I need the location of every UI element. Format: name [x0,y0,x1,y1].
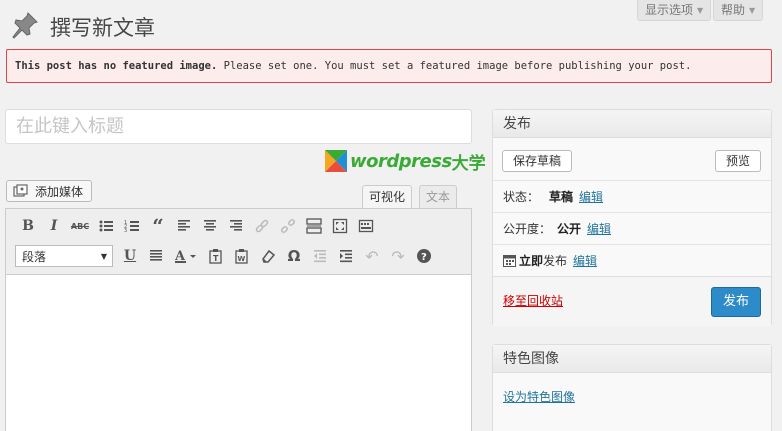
publish-box: 发布 保存草稿 预览 状态： 草稿 编辑 公开度： 公开 编辑 立即发布 编辑 … [492,109,772,326]
tab-text[interactable]: 文本 [419,185,458,209]
save-draft-button[interactable]: 保存草稿 [502,150,573,172]
status-value: 草稿 [549,190,574,204]
featured-image-box: 特色图像 设为特色图像 [492,344,772,431]
svg-text:3: 3 [124,228,127,234]
svg-text:?: ? [421,252,427,263]
italic-icon[interactable]: I [41,213,67,239]
featured-image-box-title: 特色图像 [493,345,771,373]
paste-text-icon[interactable]: T [203,243,229,269]
visibility-row: 公开度： 公开 编辑 [503,220,611,237]
move-to-trash-link[interactable]: 移至回收站 [503,292,563,309]
post-editor: B I ABC 123 “ 段落 ▼ U A T W Ω ↶ ↷ ? [5,208,472,431]
featured-image-error-notice: This post has no featured image. Please … [6,49,772,83]
fullscreen-icon[interactable] [327,213,353,239]
status-label: 状态： [503,190,540,204]
toolbar-row-2: 段落 ▼ U A T W Ω ↶ ↷ ? [15,241,437,271]
unlink-icon[interactable] [275,213,301,239]
toolbar-row-1: B I ABC 123 “ [15,211,379,241]
preview-button[interactable]: 预览 [715,150,762,172]
help-icon[interactable]: ? [411,243,437,269]
redo-icon[interactable]: ↷ [385,243,411,269]
triangle-down-icon: ▼ [749,5,756,15]
logo-x-icon [325,150,347,172]
schedule-row: 立即发布 编辑 [503,252,597,269]
caret-down-icon: ▼ [100,251,107,261]
edit-status-link[interactable]: 编辑 [579,188,603,205]
logo-text: wordpress [350,150,452,172]
publish-button[interactable]: 发布 [711,287,761,317]
align-center-icon[interactable] [197,213,223,239]
screen-options-label: 显示选项 [645,3,694,17]
format-select[interactable]: 段落 ▼ [15,245,113,267]
edit-visibility-link[interactable]: 编辑 [587,220,611,237]
blockquote-icon[interactable]: “ [145,213,171,239]
set-featured-image-link[interactable]: 设为特色图像 [503,388,575,405]
svg-text:T: T [213,254,219,263]
align-right-icon[interactable] [223,213,249,239]
link-icon[interactable] [249,213,275,239]
publish-box-title: 发布 [493,110,771,138]
calendar-icon [503,255,516,267]
page-title: 撰写新文章 [50,16,155,40]
paste-word-icon[interactable]: W [229,243,255,269]
visibility-label: 公开度： [503,222,552,236]
bullet-list-icon[interactable] [93,213,119,239]
bold-icon[interactable]: B [15,213,41,239]
numbered-list-icon[interactable]: 123 [119,213,145,239]
outdent-icon[interactable] [307,243,333,269]
publish-actions: 移至回收站 发布 [493,276,771,326]
add-media-button[interactable]: 添加媒体 [6,180,93,202]
help-label: 帮助 [721,3,746,17]
notice-bold-text: This post has no featured image. [15,60,218,72]
notice-text: Please set one. You must set a featured … [217,60,692,72]
divider [493,244,771,245]
format-select-value: 段落 [22,249,47,264]
wordpress-daxue-logo: wordpress 大学 [325,149,486,174]
undo-icon[interactable]: ↶ [359,243,385,269]
clear-format-icon[interactable] [255,243,281,269]
svg-text:W: W [238,255,246,263]
editor-content-area[interactable] [6,275,471,431]
add-media-label: 添加媒体 [35,184,84,199]
logo-suffix: 大学 [451,153,486,174]
align-left-icon[interactable] [171,213,197,239]
special-char-icon[interactable]: Ω [281,243,307,269]
strikethrough-icon[interactable]: ABC [67,213,93,239]
status-row: 状态： 草稿 编辑 [503,188,603,205]
schedule-value: 立即 [519,254,544,268]
media-icon [13,184,28,197]
help-tab[interactable]: 帮助 ▼ [713,0,764,21]
divider [493,180,771,181]
tab-visual[interactable]: 可视化 [362,185,413,209]
divider [493,212,771,213]
justify-icon[interactable] [143,243,169,269]
pushpin-icon [12,12,38,39]
triangle-down-icon: ▼ [697,5,704,15]
schedule-suffix: 发布 [543,254,568,268]
edit-schedule-link[interactable]: 编辑 [573,252,597,269]
indent-icon[interactable] [333,243,359,269]
post-title-input[interactable] [5,109,472,144]
visibility-value: 公开 [557,222,582,236]
more-tag-icon[interactable] [301,213,327,239]
toolbar-toggle-icon[interactable] [353,213,379,239]
editor-toolbar: B I ABC 123 “ 段落 ▼ U A T W Ω ↶ ↷ ? [6,209,471,275]
underline-icon[interactable]: U [117,243,143,269]
text-color-icon[interactable]: A [169,243,203,269]
screen-options-tab[interactable]: 显示选项 ▼ [637,0,712,21]
